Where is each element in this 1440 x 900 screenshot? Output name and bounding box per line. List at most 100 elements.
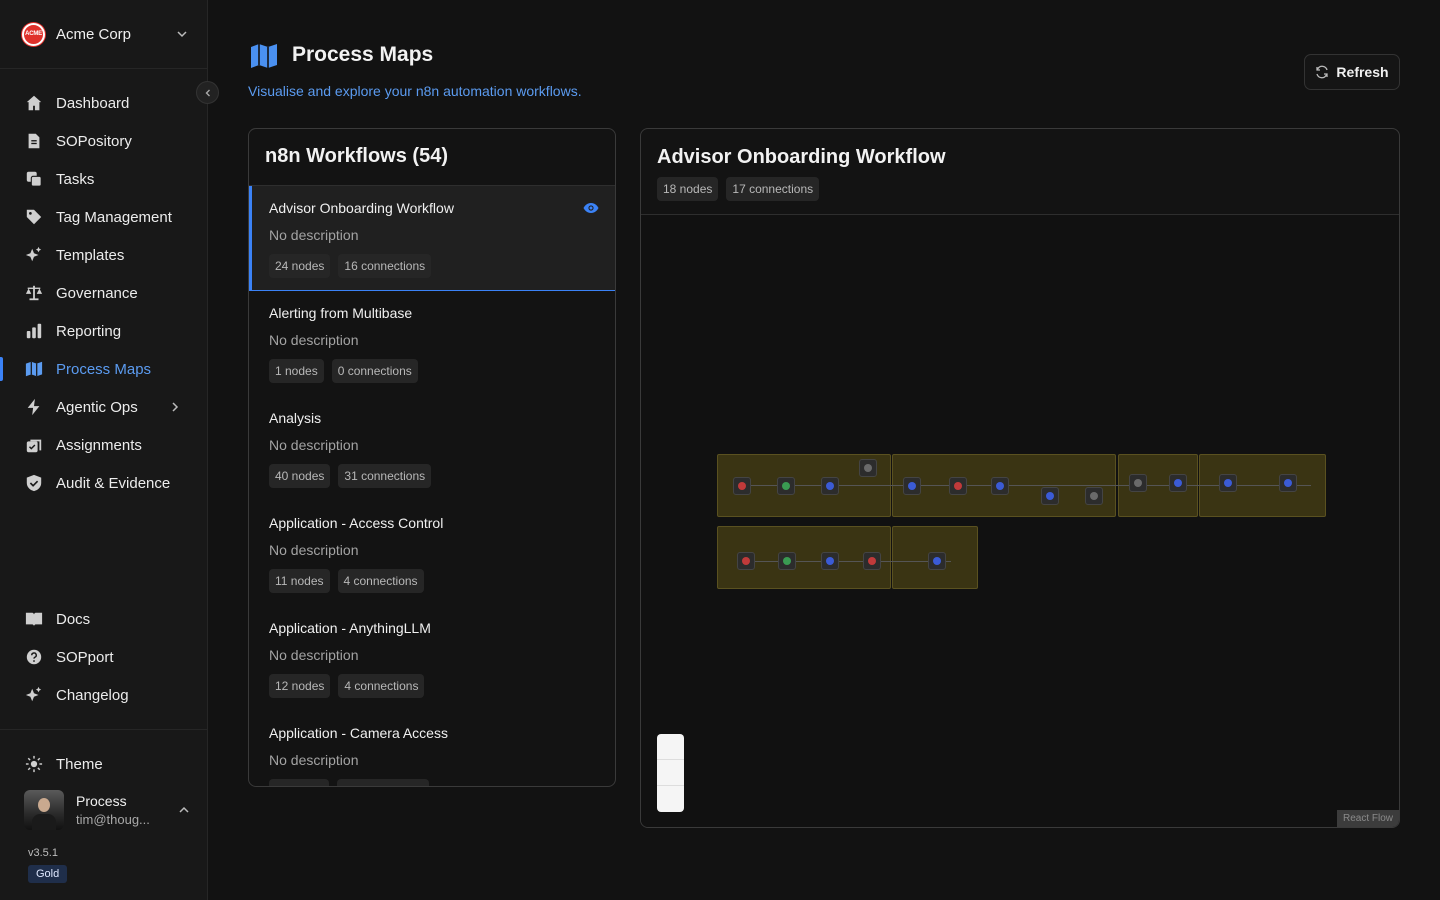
refresh-icon [1316,65,1329,79]
flow-node[interactable] [778,552,796,570]
list-item[interactable]: Application - AnythingLLM No description… [249,606,615,711]
workflow-name: Application - AnythingLLM [269,620,431,636]
chevron-up-icon [179,806,189,813]
connections-badge: 0 connections [331,359,418,383]
list-item[interactable]: Application - Camera Access No descripti… [249,711,615,786]
sidebar-item-agentic-ops[interactable]: Agentic Ops [0,389,207,425]
sidebar-item-sopport[interactable]: SOPport [0,639,207,675]
sidebar-item-tasks[interactable]: Tasks [0,161,207,197]
sidebar-item-dashboard[interactable]: Dashboard [0,85,207,121]
org-switcher[interactable]: ACME Acme Corp [22,22,188,46]
map-icon [251,44,277,68]
page-subtitle: Visualise and explore your n8n automatio… [248,83,582,99]
workflow-description: No description [269,437,359,453]
sidebar-item-tag-management[interactable]: Tag Management [0,199,207,235]
sidebar-item-label: Changelog [56,686,129,704]
page-title: Process Maps [292,43,434,66]
sidebar-item-templates[interactable]: Templates [0,237,207,273]
nodes-badge [269,779,329,786]
flow-canvas[interactable]: React Flow [641,215,1399,827]
sidebar-item-sopository[interactable]: SOPository [0,123,207,159]
lightning-icon [24,397,44,417]
book-icon [24,609,44,629]
sidebar-item-label: Tasks [56,170,95,188]
flow-node[interactable] [991,477,1009,495]
connections-badge: 4 connections [337,569,424,593]
list-item[interactable]: Alerting from Multibase No description 1… [249,291,615,396]
sidebar-item-label: Templates [56,246,125,264]
flow-node[interactable] [949,477,967,495]
workflow-name: Alerting from Multibase [269,305,413,321]
workflow-list-title: n8n Workflows (54) [265,145,448,167]
list-item[interactable]: Advisor Onboarding Workflow No descripti… [249,186,615,291]
flow-node[interactable] [1041,487,1059,505]
map-icon [24,359,44,379]
flow-node[interactable] [1219,474,1237,492]
flow-node[interactable] [1169,474,1187,492]
flow-node[interactable] [903,477,921,495]
sidebar-item-changelog[interactable]: Changelog [0,677,207,713]
org-name: Acme Corp [56,25,132,43]
flow-node[interactable] [777,477,795,495]
workflow-description: No description [269,752,359,768]
help-icon [24,647,44,667]
theme-toggle[interactable]: Theme [0,746,207,782]
scale-icon [24,283,44,303]
flow-node[interactable] [1129,474,1147,492]
connections-badge [337,779,429,786]
connections-badge: 4 connections [338,674,425,698]
user-name: Process [76,793,127,809]
zoom-out-button[interactable] [657,760,684,786]
sparkles-icon [24,245,44,265]
connections-badge: 31 connections [338,464,432,488]
sidebar-item-governance[interactable]: Governance [0,275,207,311]
sidebar-item-label: Agentic Ops [56,398,138,416]
workflow-description: No description [269,647,359,663]
sidebar-item-assignments[interactable]: Assignments [0,427,207,463]
app-version: v3.5.1 [28,847,58,859]
user-email: tim@thoug... [76,812,150,827]
nodes-badge: 12 nodes [269,674,331,698]
sidebar-item-audit-evidence[interactable]: Audit & Evidence [0,465,207,501]
user-menu[interactable]: Process tim@thoug... [24,790,190,830]
collapse-sidebar-button[interactable] [196,81,219,104]
sidebar-item-docs[interactable]: Docs [0,601,207,637]
flow-node[interactable] [863,552,881,570]
org-logo: ACME [22,22,45,46]
nodes-badge: 18 nodes [657,177,719,201]
react-flow-attribution[interactable]: React Flow [1336,810,1399,827]
flow-node[interactable] [1085,487,1103,505]
workflow-name: Application - Camera Access [269,725,448,741]
canvas-title: Advisor Onboarding Workflow [657,146,946,168]
nodes-badge: 11 nodes [269,569,330,593]
list-item[interactable]: Analysis No description 40 nodes 31 conn… [249,396,615,501]
tag-icon [24,207,44,227]
flow-node[interactable] [733,477,751,495]
shield-icon [24,473,44,493]
flow-node[interactable] [737,552,755,570]
refresh-button[interactable]: Refresh [1304,54,1400,90]
flow-node[interactable] [928,552,946,570]
bar-chart-icon [24,321,44,341]
zoom-in-button[interactable] [657,734,684,760]
sidebar-item-reporting[interactable]: Reporting [0,313,207,349]
zoom-controls[interactable] [657,734,684,812]
flow-node[interactable] [821,477,839,495]
fit-view-button[interactable] [657,786,684,812]
workflow-description: No description [269,227,359,243]
sidebar-item-process-maps[interactable]: Process Maps [0,351,207,387]
connections-badge: 17 connections [726,177,820,201]
flow-node[interactable] [821,552,839,570]
workflow-list-panel: n8n Workflows (54) Advisor Onboarding Wo… [248,128,616,787]
flow-node[interactable] [859,459,877,477]
workflow-description: No description [269,542,359,558]
sidebar-item-label: Assignments [56,436,142,454]
sidebar-item-label: Dashboard [56,94,130,112]
nodes-badge: 40 nodes [269,464,331,488]
flow-node[interactable] [1279,474,1297,492]
list-item[interactable]: Application - Access Control No descript… [249,501,615,606]
sidebar-item-label: Process Maps [56,360,152,378]
eye-icon[interactable] [583,202,599,214]
sidebar-divider [0,68,207,69]
sparkles-icon [24,685,44,705]
